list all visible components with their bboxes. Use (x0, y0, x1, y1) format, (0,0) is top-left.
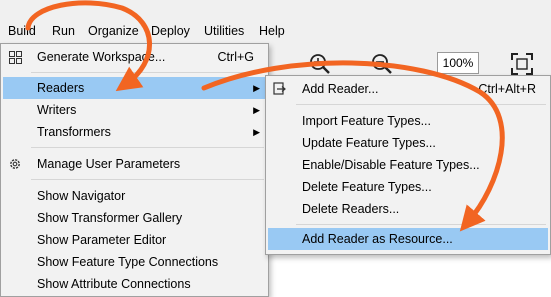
submenu-arrow-icon: ▶ (253, 105, 260, 115)
menu-item-show-transformer-gallery[interactable]: Show Transformer Gallery (3, 207, 266, 229)
menu-item-label: Show Transformer Gallery (37, 211, 183, 225)
menu-item-label: Manage User Parameters (37, 157, 181, 171)
build-menu: Generate Workspace... Ctrl+G Readers ▶ W… (0, 43, 269, 297)
shortcut-label: Ctrl+Alt+R (478, 82, 536, 96)
menu-item-show-attribute-connections[interactable]: Show Attribute Connections (3, 273, 266, 295)
submenu-arrow-icon: ▶ (253, 127, 260, 137)
menu-item-label: Enable/Disable Feature Types... (302, 158, 480, 172)
menu-item-enable-disable-feature-types[interactable]: Enable/Disable Feature Types... (268, 154, 548, 176)
menu-item-show-navigator[interactable]: Show Navigator (3, 185, 266, 207)
menu-item-label: Show Navigator (37, 189, 126, 203)
separator (31, 72, 264, 73)
menu-item-manage-user-parameters[interactable]: Manage User Parameters (3, 153, 266, 175)
menu-run[interactable]: Run (52, 24, 75, 38)
separator (31, 179, 264, 180)
menu-item-generate-workspace[interactable]: Generate Workspace... Ctrl+G (3, 46, 266, 68)
menu-item-add-reader[interactable]: Add Reader... Ctrl+Alt+R (268, 78, 548, 100)
menu-item-label: Transformers (37, 125, 111, 139)
menu-bar: Build Run Organize Deploy Utilities Help (0, 0, 551, 44)
generate-workspace-icon (9, 51, 22, 64)
menu-build[interactable]: Build (8, 24, 36, 38)
menu-item-show-feature-type-connections[interactable]: Show Feature Type Connections (3, 251, 266, 273)
menu-item-add-reader-as-resource[interactable]: Add Reader as Resource... (268, 228, 548, 250)
menu-item-update-feature-types[interactable]: Update Feature Types... (268, 132, 548, 154)
menu-item-label: Add Reader... (302, 82, 379, 96)
menu-organize[interactable]: Organize (88, 24, 139, 38)
separator (296, 104, 546, 105)
shortcut-label: Ctrl+G (217, 50, 254, 64)
submenu-arrow-icon: ▶ (253, 83, 260, 93)
menu-item-label: Generate Workspace... (37, 50, 166, 64)
menu-item-transformers[interactable]: Transformers ▶ (3, 121, 266, 143)
menu-help[interactable]: Help (259, 24, 285, 38)
menu-item-show-parameter-editor[interactable]: Show Parameter Editor (3, 229, 266, 251)
menu-item-label: Writers (37, 103, 77, 117)
menu-deploy[interactable]: Deploy (151, 24, 190, 38)
menu-item-import-feature-types[interactable]: Import Feature Types... (268, 110, 548, 132)
menu-utilities[interactable]: Utilities (204, 24, 244, 38)
menu-item-label: Show Feature Type Connections (37, 255, 219, 269)
separator (31, 147, 264, 148)
fit-view-icon[interactable] (510, 52, 534, 76)
menu-item-label: Update Feature Types... (302, 136, 436, 150)
menu-item-label: Delete Readers... (302, 202, 400, 216)
menu-item-label: Add Reader as Resource... (302, 232, 453, 246)
zoom-level-field[interactable]: 100% (437, 52, 479, 74)
menu-item-label: Show Attribute Connections (37, 277, 191, 291)
menu-item-delete-feature-types[interactable]: Delete Feature Types... (268, 176, 548, 198)
menu-item-label: Show Parameter Editor (37, 233, 167, 247)
menu-item-delete-readers[interactable]: Delete Readers... (268, 198, 548, 220)
readers-submenu: Add Reader... Ctrl+Alt+R Import Feature … (265, 75, 551, 255)
menu-item-label: Readers (37, 81, 85, 95)
menu-item-readers[interactable]: Readers ▶ (3, 77, 266, 99)
gear-icon (10, 159, 20, 169)
menu-item-label: Import Feature Types... (302, 114, 431, 128)
menu-item-label: Delete Feature Types... (302, 180, 432, 194)
separator (296, 224, 546, 225)
add-reader-icon (273, 82, 286, 95)
menu-item-writers[interactable]: Writers ▶ (3, 99, 266, 121)
